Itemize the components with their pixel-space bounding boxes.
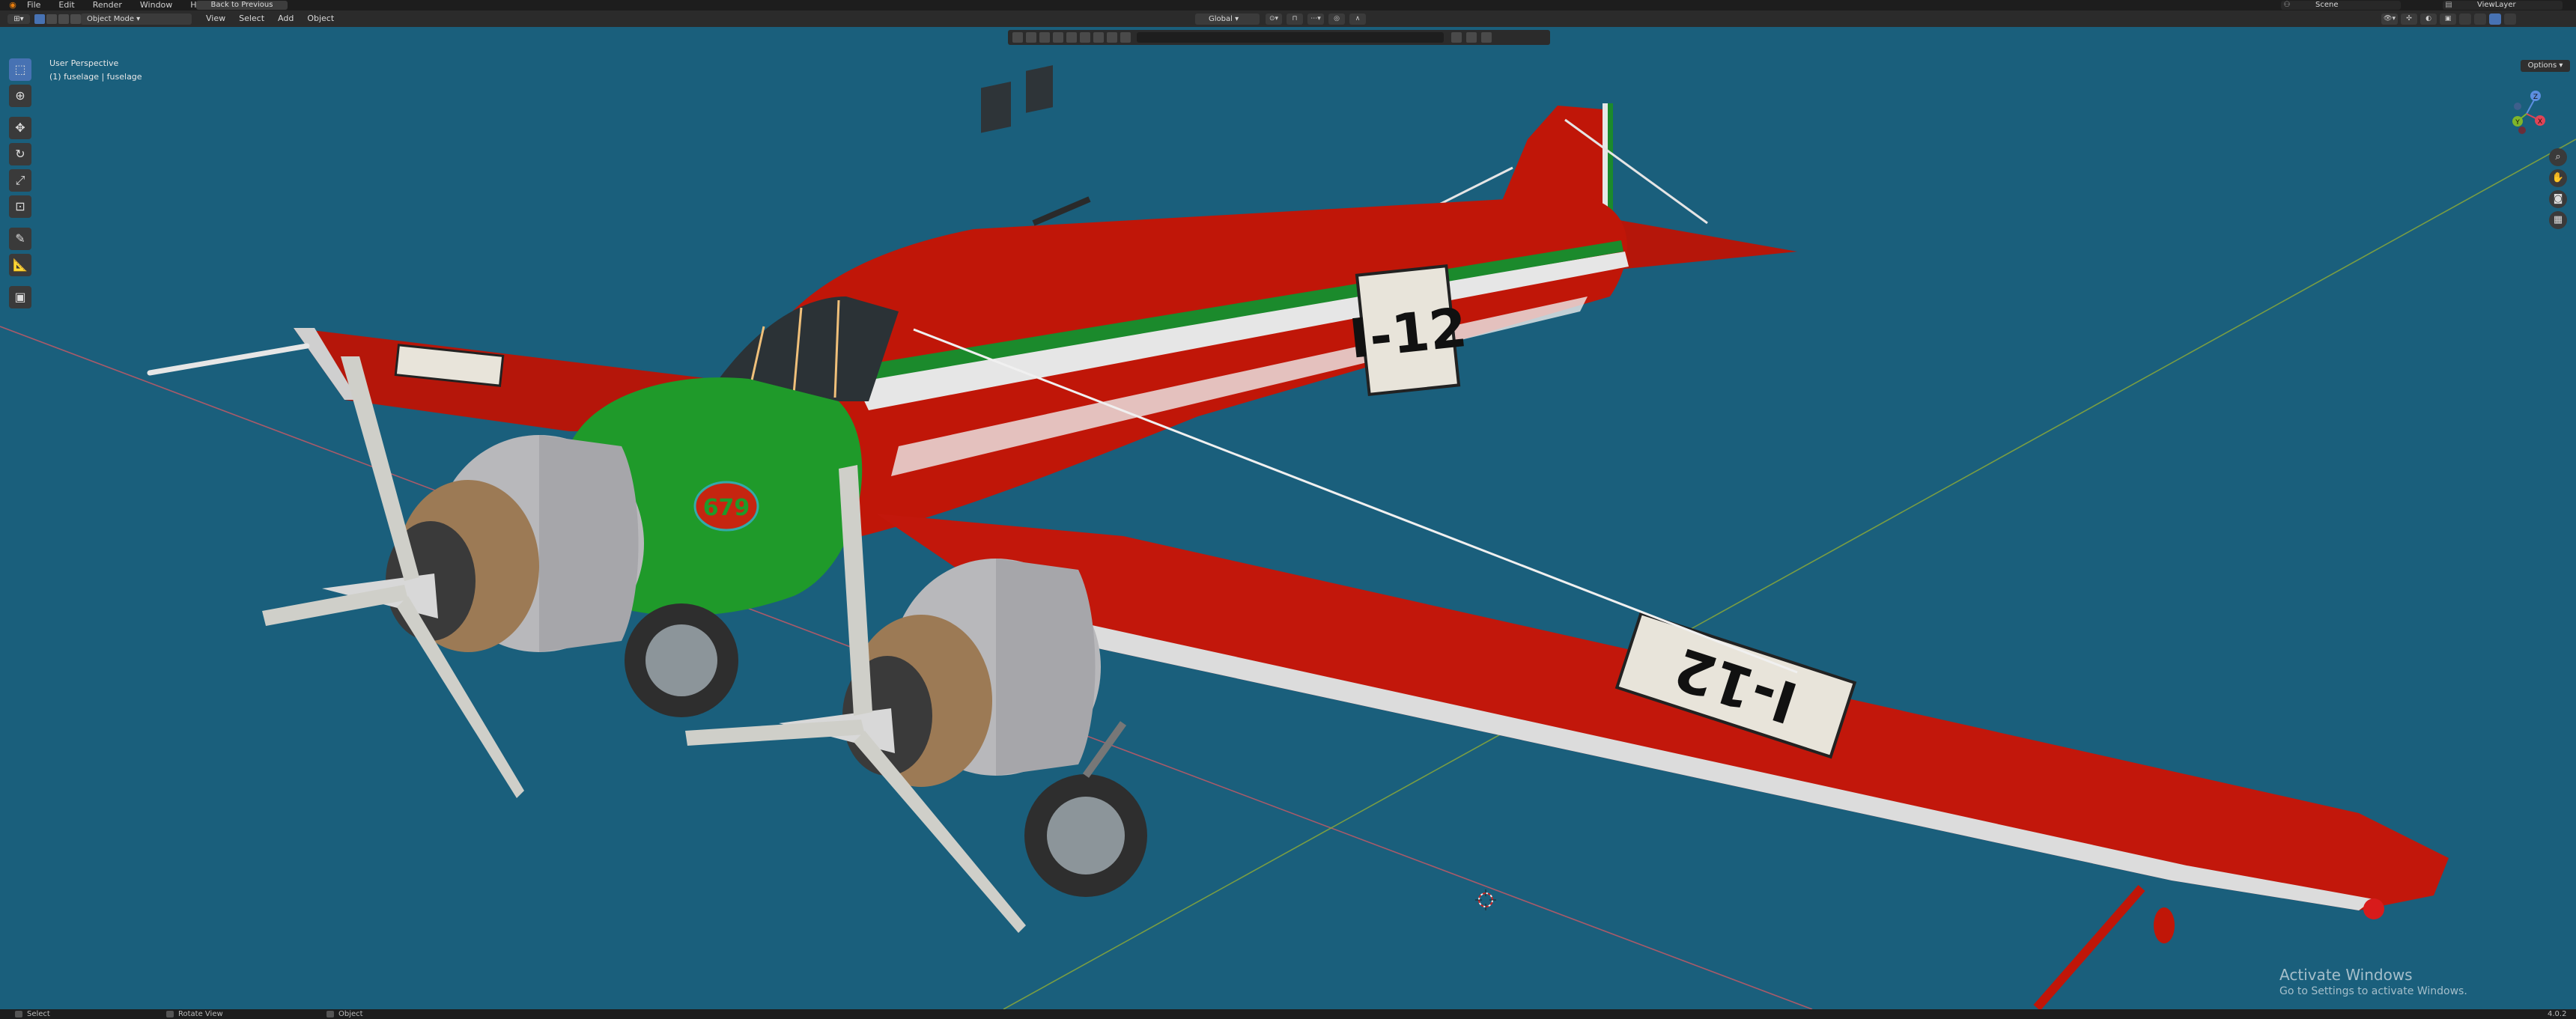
scene-icon: ⚇ [2283, 1, 2291, 9]
object-mode-dropdown[interactable]: Object Mode ▾ [81, 13, 192, 25]
menu-select[interactable]: Select [232, 10, 271, 27]
scene-selector[interactable]: ⚇ Scene [2281, 1, 2401, 10]
scene-canvas: I-12 I-12 679 [0, 65, 2576, 1009]
camera-view-icon[interactable]: ◙ [2549, 190, 2567, 208]
tool-shelf: ⬚ ⊕ ✥ ↻ ⤢ ⊡ ✎ 📐 ▣ [9, 58, 31, 312]
add-cube-icon[interactable]: ▣ [9, 286, 31, 308]
scale-icon[interactable]: ⤢ [9, 169, 31, 192]
cursor-icon[interactable]: ⊕ [9, 85, 31, 107]
gizmo-y-label: Y [2515, 119, 2520, 127]
back-to-previous-button[interactable]: Back to Previous [196, 1, 288, 10]
object-filter-icon[interactable] [1026, 32, 1036, 43]
rendered-shading-icon[interactable] [2504, 13, 2516, 25]
empty-filter-icon[interactable] [1080, 32, 1090, 43]
menu-view[interactable]: View [199, 10, 232, 27]
pivot-point-button[interactable]: ⊙▾ [1266, 13, 1282, 25]
view-name: User Perspective [49, 58, 119, 68]
other-filter-icon[interactable] [1107, 32, 1117, 43]
transform-orientation-label: Global [1209, 15, 1233, 23]
version-label: 4.0.2 [2548, 1010, 2567, 1018]
aircraft-model [147, 65, 2449, 1009]
viewport-header: ⊞▾ Object Mode ▾ View Select Add Object … [0, 10, 2576, 27]
view-layer-icon: ▤ [2445, 1, 2452, 9]
select-subtract-icon[interactable] [58, 14, 69, 24]
search-input[interactable] [1137, 32, 1444, 43]
select-extend-icon[interactable] [46, 14, 57, 24]
filter-strip: ⌕ [1008, 30, 1550, 45]
transform-icon[interactable]: ⊡ [9, 195, 31, 218]
measure-icon[interactable]: 📐 [9, 254, 31, 276]
funnel-filter-icon[interactable] [1481, 32, 1492, 43]
blender-icon[interactable]: ◉ [7, 0, 18, 10]
scene-name: Scene [2315, 1, 2339, 9]
status-object: Object [326, 1009, 363, 1019]
curve-filter-icon[interactable] [1093, 32, 1104, 43]
cowl-marking-text: 679 [703, 495, 750, 521]
menu-edit[interactable]: Edit [49, 0, 83, 10]
mesh-filter-icon[interactable] [1039, 32, 1050, 43]
select-intersect-icon[interactable] [70, 14, 81, 24]
menu-render[interactable]: Render [84, 0, 131, 10]
snap-target-dropdown[interactable]: ⋯▾ [1307, 13, 1324, 25]
annotate-icon[interactable]: ✎ [9, 228, 31, 250]
menu-window[interactable]: Window [131, 0, 181, 10]
select-mode-group [34, 14, 81, 24]
status-rotate-view: Rotate View [166, 1009, 223, 1019]
mouse-left-icon [15, 1010, 22, 1018]
falloff-icon[interactable]: ∧ [1349, 13, 1366, 25]
view-filter-icon[interactable] [1466, 32, 1477, 43]
snap-toggle-icon[interactable]: ⊓ [1287, 13, 1303, 25]
fuselage-registration-text: I-12 [1346, 296, 1470, 371]
left-landing-gear [625, 603, 738, 717]
select-box-icon[interactable]: ⬚ [9, 58, 31, 81]
pitot-tube [147, 343, 310, 376]
view-layer-selector[interactable]: ▤ ViewLayer [2443, 1, 2563, 10]
3d-cursor-icon [1475, 889, 1496, 910]
camera-filter-icon[interactable] [1053, 32, 1063, 43]
activate-title: Activate Windows [2279, 966, 2413, 984]
filter-dropdown-icon[interactable] [1012, 32, 1023, 43]
ortho-grid-icon[interactable]: ▦ [2549, 211, 2567, 229]
object-mode-label: Object Mode [87, 15, 134, 23]
mouse-middle-icon [166, 1010, 174, 1018]
proportional-edit-icon[interactable]: ◎ [1328, 13, 1345, 25]
select-new-icon[interactable] [34, 14, 45, 24]
navigation-gizmo[interactable]: Z X Y ⌕ ✋ ◙ ▦ [2507, 60, 2569, 229]
menu-file[interactable]: File [18, 0, 49, 10]
menu-add[interactable]: Add [271, 10, 300, 27]
mouse-right-icon [326, 1010, 334, 1018]
menu-object[interactable]: Object [300, 10, 341, 27]
gizmo-z-label: Z [2533, 94, 2538, 101]
wireframe-shading-icon[interactable] [2459, 13, 2471, 25]
pan-hand-icon[interactable]: ✋ [2549, 169, 2567, 187]
solid-shading-icon[interactable] [2474, 13, 2486, 25]
light-filter-icon[interactable] [1066, 32, 1077, 43]
material-preview-icon[interactable] [2489, 13, 2501, 25]
move-icon[interactable]: ✥ [9, 117, 31, 139]
editor-type-button[interactable]: ⊞▾ [7, 14, 30, 24]
gizmo-toggle-icon[interactable]: ✣ [2401, 13, 2417, 25]
xray-toggle-icon[interactable]: ▣ [2440, 13, 2456, 25]
activate-windows-watermark: Activate Windows Go to Settings to activ… [2279, 966, 2467, 997]
axis-gizmo-icon[interactable]: Z X Y [2507, 75, 2569, 150]
gizmo-x-label: X [2538, 118, 2542, 126]
status-bar: Select Rotate View Object 4.0.2 [0, 1009, 2576, 1019]
armature-filter-icon[interactable] [1120, 32, 1131, 43]
status-select: Select [15, 1009, 50, 1019]
3d-viewport[interactable]: I-12 I-12 679 User Perspective (1) fusel… [0, 27, 2576, 1009]
view-layer-name: ViewLayer [2477, 1, 2516, 9]
zoom-icon[interactable]: ⌕ [2549, 148, 2567, 166]
gun-barrel [1032, 196, 1091, 226]
top-menu-bar: ◉ File Edit Render Window Help Back to P… [0, 0, 2576, 10]
viewport-info: User Perspective (1) fuselage | fuselage [49, 57, 142, 84]
active-object-label: (1) fuselage | fuselage [49, 72, 142, 82]
activate-subtitle: Go to Settings to activate Windows. [2279, 985, 2467, 997]
transform-orientation-dropdown[interactable]: Global ▾ [1195, 13, 1260, 25]
visibility-dropdown[interactable]: 👁▾ [2381, 13, 2398, 25]
rotate-icon[interactable]: ↻ [9, 143, 31, 165]
overlay-toggle-icon[interactable]: ◐ [2420, 13, 2437, 25]
bookmark-icon[interactable] [1451, 32, 1462, 43]
